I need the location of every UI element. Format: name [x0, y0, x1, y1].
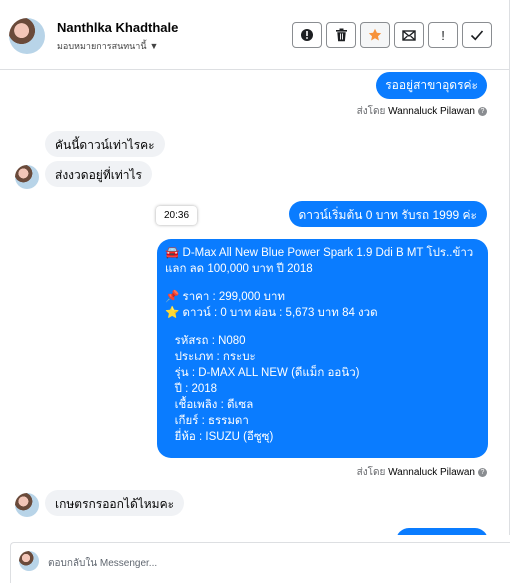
message-incoming[interactable]: เกษตรกรออกได้ไหมคะ: [45, 490, 185, 516]
message-outgoing[interactable]: รออยู่สาขาอุดรค่ะ: [376, 72, 487, 99]
mark-important-button[interactable]: !: [428, 22, 458, 48]
contact-avatar-small[interactable]: [15, 165, 39, 189]
message-line: ⭐ ดาวน์ : 0 บาท ผ่อน : 5,673 บาท 84 งวด: [165, 307, 378, 319]
message-line: ประเภท : กระบะ: [165, 351, 256, 363]
message-incoming[interactable]: ส่งงวดอยู่ที่เท่าไร: [45, 161, 152, 187]
caret-down-icon: ▼: [149, 41, 159, 51]
contact-name[interactable]: Nanthlka Khadthale: [57, 20, 178, 35]
sent-by-prefix: ส่งโดย: [356, 106, 386, 117]
message-time-tooltip: 20:36: [156, 206, 198, 225]
help-icon[interactable]: ?: [478, 467, 487, 477]
alert-circle-icon: [300, 28, 314, 42]
message-line: รุ่น : D-MAX ALL NEW (ดีแม็ก ออนิว): [165, 367, 360, 379]
reply-input[interactable]: ตอบกลับใน Messenger...: [48, 556, 157, 571]
message-text: รออยู่สาขาอุดรค่ะ: [385, 78, 478, 92]
reply-composer[interactable]: ตอบกลับใน Messenger...: [10, 542, 510, 583]
mark-spam-button[interactable]: [292, 22, 322, 48]
sent-by-label: ส่งโดย Wannaluck Pilawan?: [357, 104, 487, 119]
message-incoming[interactable]: คันนี้ดาวน์เท่าไรคะ: [45, 131, 165, 157]
message-line: แลก ลด 100,000 บาท ปี 2018: [165, 263, 313, 275]
star-icon: [368, 28, 382, 42]
message-outgoing-partial[interactable]: [396, 528, 488, 535]
message-text: ส่งงวดอยู่ที่เท่าไร: [55, 168, 142, 182]
mark-done-button[interactable]: [462, 22, 492, 48]
message-line: เกียร์ : ธรรมดา: [165, 415, 249, 427]
contact-avatar-small[interactable]: [15, 493, 39, 517]
message-line: ปี : 2018: [165, 383, 218, 395]
trash-icon: [335, 28, 348, 42]
assign-label: มอบหมายการสนทนานี้: [57, 41, 147, 51]
exclamation-icon: !: [441, 27, 445, 43]
message-text: เกษตรกรออกได้ไหมคะ: [55, 497, 175, 511]
message-outgoing-long[interactable]: 🚘 D-Max All New Blue Power Spark 1.9 Ddi…: [157, 239, 488, 458]
contact-avatar[interactable]: [9, 18, 45, 54]
mark-unread-button[interactable]: [394, 22, 424, 48]
message-outgoing[interactable]: ดาวน์เริ่มต้น 0 บาท รับรถ 1999 ค่ะ: [288, 201, 487, 227]
page-avatar: [19, 551, 39, 571]
sender-name: Wannaluck Pilawan: [388, 467, 475, 478]
sent-by-label: ส่งโดย Wannaluck Pilawan?: [357, 465, 487, 480]
help-icon[interactable]: ?: [478, 106, 487, 116]
check-icon: [470, 29, 484, 41]
message-line: 🚘 D-Max All New Blue Power Spark 1.9 Ddi…: [165, 247, 474, 259]
star-button[interactable]: [360, 22, 390, 48]
message-line: 📌 ราคา : 299,000 บาท: [165, 291, 285, 303]
message-line: เชื้อเพลิง : ดีเซล: [165, 399, 254, 411]
mark-unread-icon: [402, 29, 416, 42]
assign-conversation-dropdown[interactable]: มอบหมายการสนทนานี้ ▼: [57, 39, 158, 53]
message-line: ยี่ห้อ : ISUZU (อีซูซุ): [165, 431, 274, 443]
message-thread[interactable]: รออยู่สาขาอุดรค่ะ ส่งโดย Wannaluck Pilaw…: [0, 70, 510, 535]
sender-name: Wannaluck Pilawan: [388, 106, 475, 117]
sent-by-prefix: ส่งโดย: [356, 467, 386, 478]
conversation-toolbar: !: [292, 22, 492, 48]
message-line: รหัสรถ : N080: [165, 335, 246, 347]
delete-button[interactable]: [326, 22, 356, 48]
conversation-header: Nanthlka Khadthale มอบหมายการสนทนานี้ ▼ !: [0, 0, 510, 70]
message-text: คันนี้ดาวน์เท่าไรคะ: [55, 138, 155, 152]
message-text: ดาวน์เริ่มต้น 0 บาท รับรถ 1999 ค่ะ: [298, 208, 477, 222]
